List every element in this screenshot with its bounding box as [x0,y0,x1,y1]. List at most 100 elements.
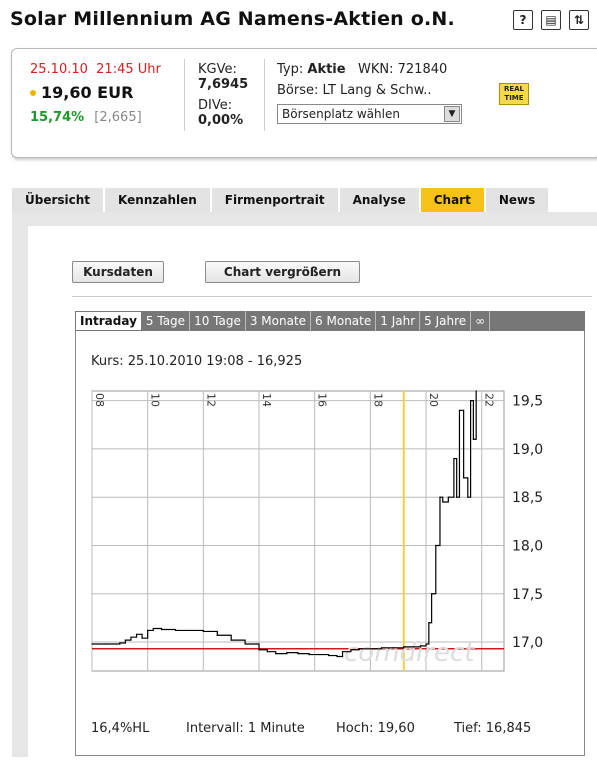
price-point [439,496,441,498]
type-row: Typ: Aktie WKN: 721840 [277,62,462,77]
tab-kennzahlen[interactable]: Kennzahlen [105,188,210,212]
swap-icon[interactable]: ⇅ [569,10,589,30]
price-point [458,409,461,411]
range-tab-10-tage[interactable]: 10 Tage [190,311,246,331]
range-tab-intraday[interactable]: Intraday [75,311,142,331]
price-point [266,651,268,653]
price-point [130,636,132,638]
boerse-label: Börse: LT Lang & Schw.. [277,83,432,98]
price-point [286,652,288,654]
quote-box: 25.10.10 21:45 Uhr 19,60 EUR 15,74% [2,6… [11,48,597,158]
realtime-badge: REAL TIME [499,83,529,105]
tab-firmenportrait[interactable]: Firmenportrait [211,188,338,212]
quote-change-pct: 15,74% [30,110,85,125]
chart-panel-inner: Kursdaten Chart vergrößern Intraday 5 Ta… [28,226,597,766]
quote-change: 15,74% [2,665] [30,110,161,125]
x-tick-label: 16 [316,393,329,407]
divider [264,59,265,131]
kursdaten-button[interactable]: Kursdaten [72,261,164,283]
hl-info: 16,4%HL [91,721,150,736]
price-point [467,496,469,498]
help-icon[interactable]: ? [513,10,533,30]
price-point [392,647,394,649]
price-point [435,544,437,547]
divider [184,59,185,131]
price-point [202,630,204,633]
price-point [91,643,93,645]
divider [72,296,592,297]
tab-chart[interactable]: Chart [420,188,484,212]
print-icon[interactable]: ▤ [541,10,561,30]
typ-value: Aktie [307,62,346,77]
x-tick-label: 10 [149,393,162,407]
range-tab-3-monate[interactable]: 3 Monate [246,311,312,331]
intraday-chart[interactable]: 08 10 12 14 16 18 20 22 19,5 19,0 18,5 18,0 17,5 17,0… [76,381,586,741]
price-point [135,633,138,635]
chart-range-tabs: Intraday 5 Tage 10 Tage 3 Monate 6 Monat… [75,311,585,331]
dive-value: 0,00% [198,113,244,128]
x-tick-label: 08 [93,393,106,407]
price-point [350,649,352,651]
price-point [369,648,371,650]
price-point [258,649,260,651]
price-point [244,643,246,645]
boersenplatz-select[interactable]: Börsenplatz wählen ▼ [277,104,462,124]
quote-time: 21:45 Uhr [96,62,161,77]
price-point [275,653,277,655]
x-tick-label: 14 [260,393,273,407]
x-tick-label: 18 [371,393,384,407]
quote-meta: Typ: Aktie WKN: 721840 Börse: LT Lang & … [277,62,462,124]
price-point [230,639,232,641]
wkn-value: 721840 [397,62,448,77]
price-point [141,637,143,639]
y-tick-label: 17,0 [512,635,543,651]
dive-label: DIVe: [198,98,233,113]
quote-price-row: 19,60 EUR [30,83,161,102]
main-tabs: Übersicht Kennzahlen Firmenportrait Anal… [12,188,550,212]
price-point [403,646,405,648]
y-tick-label: 19,5 [512,394,543,410]
kgve-value: 7,6945 [198,77,249,92]
price-point [425,643,427,645]
price-point [152,627,154,630]
price-point [308,653,310,656]
price-point [297,653,299,655]
range-tab-6-monate[interactable]: 6 Monate [311,311,377,331]
tab-uebersicht[interactable]: Übersicht [12,188,104,212]
tab-news[interactable]: News [485,188,549,212]
realtime-badge-line1: REAL [503,85,525,93]
y-tick-label: 17,5 [512,587,543,603]
range-tab-5-jahre[interactable]: 5 Jahre [420,311,472,331]
quote-price: 19,60 EUR [41,83,134,102]
chevron-down-icon: ▼ [444,106,460,122]
price-point [411,646,413,648]
range-tab-5-tage[interactable]: 5 Tage [142,311,191,331]
price-point [475,390,477,392]
kurs-info: Kurs: 25.10.2010 19:08 - 16,925 [91,354,303,369]
quote-date: 25.10.10 [30,62,88,77]
price-point [431,593,433,595]
typ-label: Typ: [277,62,304,77]
price-point [341,651,344,653]
tab-analyse[interactable]: Analyse [339,188,419,212]
price-point [453,457,455,460]
price-point [174,629,177,632]
x-tick-label: 20 [427,393,440,407]
price-point [147,629,149,632]
price-point [336,655,338,658]
quote-main: 25.10.10 21:45 Uhr 19,60 EUR 15,74% [2,6… [30,62,161,125]
chart-panel: Kursdaten Chart vergrößern Intraday 5 Ta… [12,212,597,766]
price-point [447,496,449,498]
title-toolbar: ? ▤ ⇅ [513,10,589,30]
price-point [428,622,430,624]
range-tab-max[interactable]: ∞ [471,311,491,331]
price-point [160,628,163,631]
price-point [442,501,444,503]
hoch-info: Hoch: 19,60 [336,721,415,736]
price-point [358,648,360,650]
price-point [328,654,330,657]
status-dot-icon [30,89,36,96]
price-point [469,400,472,402]
chart-vergroessern-button[interactable]: Chart vergrößern [205,261,360,283]
range-tab-1-jahr[interactable]: 1 Jahr [376,311,421,331]
